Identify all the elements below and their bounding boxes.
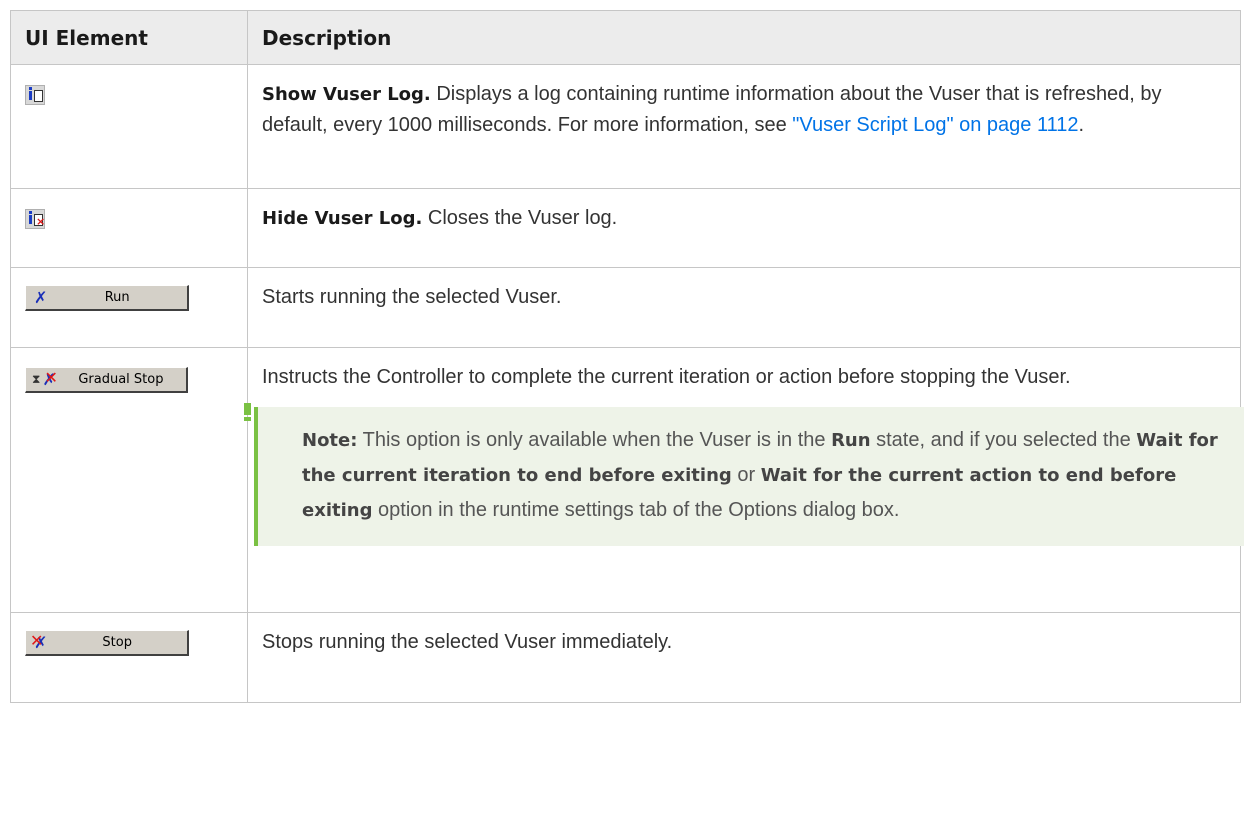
table-header-row: UI Element Description xyxy=(10,10,1241,65)
note-text-part: option in the runtime settings tab of th… xyxy=(372,499,900,521)
note-box: Note: This option is only available when… xyxy=(244,403,1244,546)
note-bold-run: Run xyxy=(831,430,871,451)
note-label: Note: xyxy=(302,430,358,451)
run-vuser-icon: ✗ xyxy=(34,288,48,307)
table-row: Show Vuser Log. Displays a log containin… xyxy=(10,64,1241,189)
hide-vuser-log-icon[interactable]: × xyxy=(25,209,45,229)
note-exclamation-icon xyxy=(244,403,251,421)
table-row: ✗ ✕ Stop Stops running the selected Vuser… xyxy=(10,612,1241,703)
ui-cell: × xyxy=(10,188,248,268)
header-ui-element: UI Element xyxy=(10,10,248,65)
ui-cell: ✗ Run xyxy=(10,267,248,348)
ui-element-table: UI Element Description Show Vuser Log. D… xyxy=(10,10,1244,703)
stop-button[interactable]: ✗ ✕ Stop xyxy=(25,630,189,656)
description-cell: Starts running the selected Vuser. xyxy=(247,267,1241,348)
ui-cell xyxy=(10,64,248,189)
description-text: Closes the Vuser log. xyxy=(422,207,618,229)
table-row: ✗ Run Starts running the selected Vuser. xyxy=(10,267,1241,348)
description-text: Starts running the selected Vuser. xyxy=(262,286,562,308)
gradual-stop-icon: ✗ ✕ xyxy=(42,368,58,389)
gradual-stop-button-label: Gradual Stop xyxy=(78,372,164,387)
ui-cell: ✗ ✕ Stop xyxy=(10,612,248,703)
gradual-stop-button[interactable]: ⧗ ✗ ✕ Gradual Stop xyxy=(25,367,188,393)
note-text-part: state, and if you selected the xyxy=(870,429,1137,451)
run-button-label: Run xyxy=(104,290,130,305)
note-text: Note: This option is only available when… xyxy=(302,423,1237,528)
note-text-part: This option is only available when the V… xyxy=(357,429,832,451)
cross-reference-link[interactable]: "Vuser Script Log" on page 1112 xyxy=(792,114,1078,136)
stop-vuser-icon: ✗ ✕ xyxy=(30,631,48,652)
note-text-part: or xyxy=(731,464,761,486)
table-row: × Hide Vuser Log. Closes the Vuser log. xyxy=(10,188,1241,268)
ui-cell: ⧗ ✗ ✕ Gradual Stop xyxy=(10,347,248,613)
term-label: Show Vuser Log. xyxy=(262,84,431,105)
term-label: Hide Vuser Log. xyxy=(262,208,423,229)
stop-button-label: Stop xyxy=(102,635,132,650)
description-cell: Show Vuser Log. Displays a log containin… xyxy=(247,64,1241,189)
header-description: Description xyxy=(247,10,1241,65)
description-cell: Instructs the Controller to complete the… xyxy=(244,347,1244,613)
hourglass-icon: ⧗ xyxy=(32,372,41,386)
show-vuser-log-icon[interactable] xyxy=(25,85,45,105)
run-button[interactable]: ✗ Run xyxy=(25,285,189,311)
table-row: ⧗ ✗ ✕ Gradual Stop Instructs the Controll… xyxy=(10,347,1244,613)
description-cell: Hide Vuser Log. Closes the Vuser log. xyxy=(247,188,1241,268)
description-cell: Stops running the selected Vuser immedia… xyxy=(247,612,1241,703)
description-suffix: . xyxy=(1078,114,1085,136)
description-text: Instructs the Controller to complete the… xyxy=(262,366,1071,388)
description-text: Stops running the selected Vuser immedia… xyxy=(262,631,673,653)
